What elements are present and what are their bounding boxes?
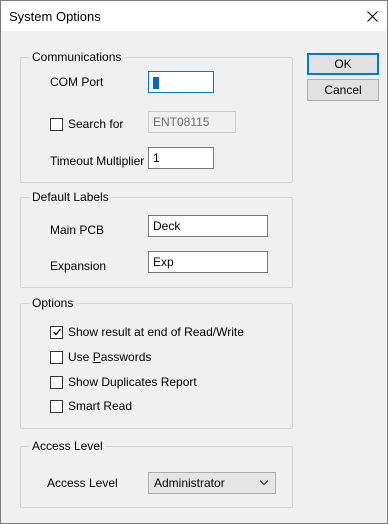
main-pcb-label: Main PCB	[50, 223, 105, 237]
search-for-box[interactable]	[50, 117, 63, 131]
dialog-title: System Options	[9, 9, 101, 24]
default-labels-group: Default Labels	[20, 190, 293, 288]
com-port-input[interactable]: 1	[148, 71, 214, 93]
use-passwords-box[interactable]	[50, 350, 63, 364]
main-pcb-value: Deck	[153, 219, 181, 233]
close-icon	[366, 10, 378, 22]
expansion-label: Expansion	[50, 259, 107, 273]
show-duplicates-label: Show Duplicates Report	[68, 375, 197, 389]
chevron-down-icon	[259, 480, 269, 486]
use-passwords-label-post: asswords	[100, 350, 152, 364]
search-for-input[interactable]: ENT08115	[148, 111, 236, 133]
search-for-label: Search for	[68, 117, 124, 131]
smart-read-checkbox[interactable]: Smart Read	[50, 399, 132, 413]
use-passwords-label-pre: Use	[68, 350, 93, 364]
default-labels-heading: Default Labels	[29, 190, 112, 204]
system-options-dialog: System Options OK Cancel Communications …	[0, 0, 388, 524]
timeout-multiplier-input[interactable]: 1	[148, 147, 214, 169]
use-passwords-label: Use Passwords	[68, 350, 151, 364]
access-level-label: Access Level	[47, 476, 118, 490]
expansion-value: Exp	[153, 255, 174, 269]
timeout-multiplier-value: 1	[153, 151, 160, 165]
com-port-label: COM Port	[50, 75, 104, 89]
smart-read-box[interactable]	[50, 399, 63, 413]
show-duplicates-box[interactable]	[50, 375, 63, 389]
show-result-box[interactable]	[50, 325, 63, 339]
cancel-button[interactable]: Cancel	[307, 79, 379, 101]
access-level-heading: Access Level	[29, 439, 106, 453]
expansion-input[interactable]: Exp	[148, 251, 268, 273]
close-button[interactable]	[357, 1, 387, 31]
access-level-select[interactable]: Administrator	[148, 472, 276, 494]
communications-heading: Communications	[29, 50, 125, 64]
access-level-value: Administrator	[154, 476, 225, 490]
options-heading: Options	[29, 296, 77, 310]
check-icon	[52, 328, 61, 336]
title-bar: System Options	[1, 1, 387, 31]
use-passwords-checkbox[interactable]: Use Passwords	[50, 350, 151, 364]
search-for-checkbox[interactable]: Search for	[50, 117, 123, 131]
ok-button-label: OK	[334, 57, 352, 71]
selection-highlight	[153, 76, 159, 89]
timeout-multiplier-label: Timeout Multiplier	[50, 154, 145, 168]
cancel-button-label: Cancel	[324, 83, 362, 97]
show-result-checkbox[interactable]: Show result at end of Read/Write	[50, 325, 244, 339]
show-result-label: Show result at end of Read/Write	[68, 325, 244, 339]
smart-read-label: Smart Read	[68, 399, 133, 413]
use-passwords-mnemonic: P	[92, 350, 101, 364]
main-pcb-input[interactable]: Deck	[148, 215, 268, 237]
show-duplicates-checkbox[interactable]: Show Duplicates Report	[50, 375, 197, 389]
ok-button[interactable]: OK	[307, 53, 379, 75]
search-for-value: ENT08115	[153, 115, 210, 129]
